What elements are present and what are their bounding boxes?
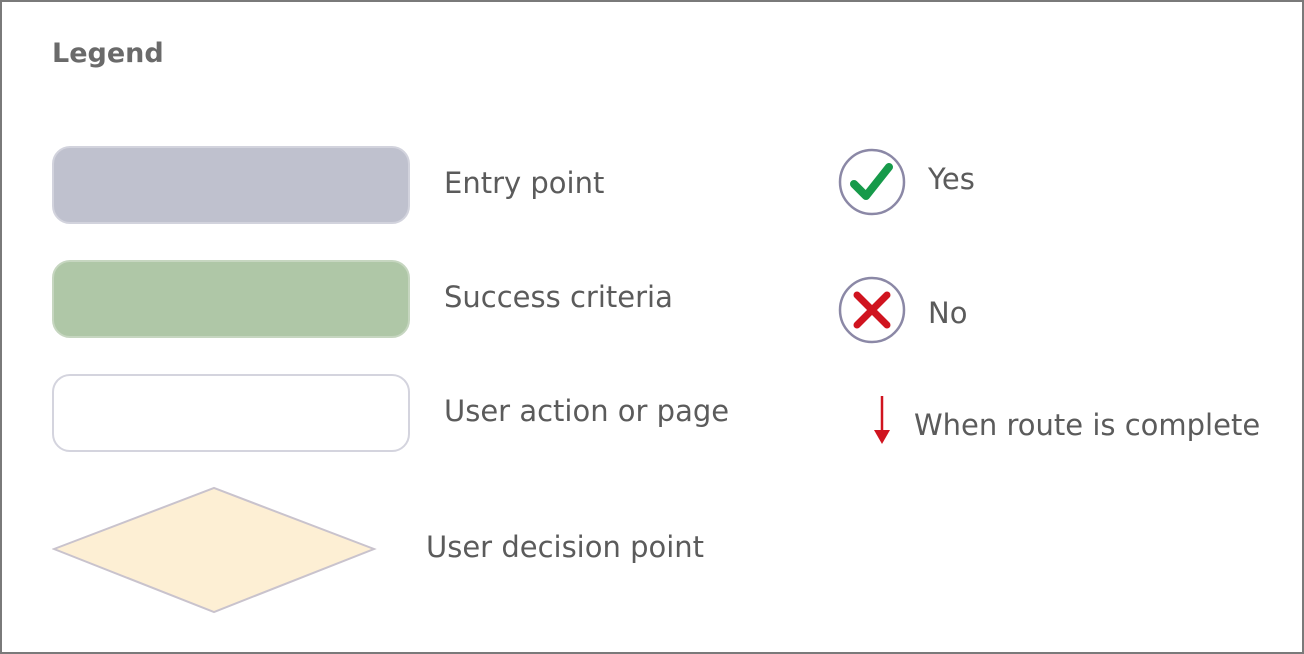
red-down-arrow-icon — [874, 396, 890, 444]
decision-point-label: User decision point — [426, 530, 705, 564]
cross-icon — [838, 276, 906, 344]
user-action-swatch — [52, 374, 410, 452]
success-criteria-swatch — [52, 260, 410, 338]
legend-panel: Legend Entry point Success criteria User… — [0, 0, 1304, 654]
checkmark-icon — [838, 148, 906, 216]
entry-point-label: Entry point — [444, 166, 605, 200]
decision-point-diamond — [52, 486, 377, 614]
yes-label: Yes — [928, 162, 975, 196]
legend-title: Legend — [52, 38, 164, 69]
no-label: No — [928, 296, 968, 330]
user-action-label: User action or page — [444, 394, 730, 428]
route-complete-label: When route is complete — [914, 408, 1261, 442]
success-criteria-label: Success criteria — [444, 280, 673, 314]
entry-point-swatch — [52, 146, 410, 224]
